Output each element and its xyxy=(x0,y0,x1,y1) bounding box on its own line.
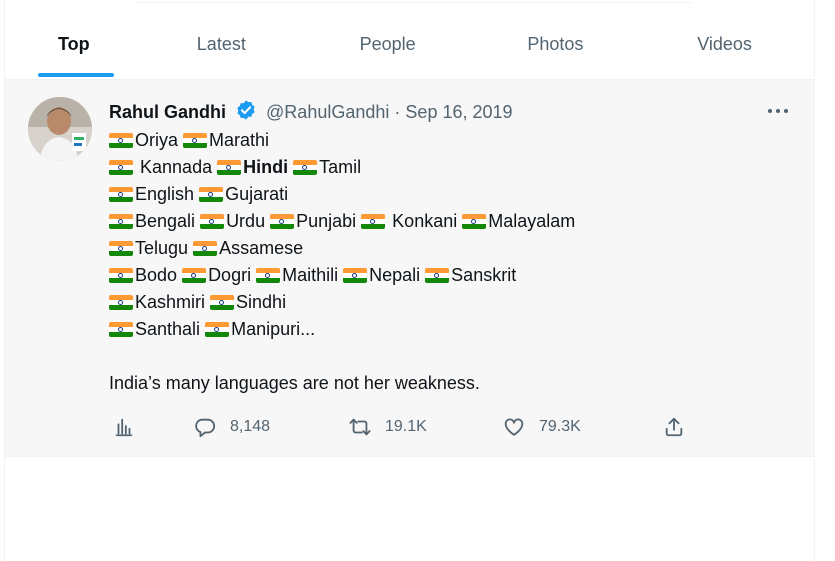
india-flag-icon xyxy=(199,187,224,202)
language-name: Sindhi xyxy=(236,292,287,312)
india-flag-icon xyxy=(109,295,133,310)
author-name[interactable]: Rahul Gandhi xyxy=(109,102,226,122)
language-name: English xyxy=(135,184,195,204)
language-name: Telugu xyxy=(135,238,189,258)
india-flag-icon xyxy=(205,322,230,337)
india-flag-icon xyxy=(109,160,133,175)
india-flag-icon xyxy=(182,268,207,283)
text-line: Kannada Hindi Tamil xyxy=(109,154,769,181)
share-icon xyxy=(665,417,683,437)
tab-videos[interactable]: Videos xyxy=(652,0,814,79)
language-name: Assamese xyxy=(219,238,304,258)
reply-count: 8,148 xyxy=(230,418,271,435)
india-flag-icon xyxy=(109,187,133,202)
language-name: Oriya xyxy=(135,130,179,150)
timeline-column: Top Latest People Photos Videos Rahul Ga… xyxy=(4,0,815,561)
verified-badge-icon xyxy=(237,100,255,120)
india-flag-icon xyxy=(210,295,235,310)
tweet-header: Rahul Gandhi @RahulGandhi · Sep 16, 2019 xyxy=(109,99,513,123)
header-separator: · xyxy=(394,102,401,122)
india-flag-icon xyxy=(256,268,281,283)
language-name: Urdu xyxy=(226,211,266,231)
language-name: Manipuri... xyxy=(231,319,316,339)
active-tab-indicator xyxy=(38,73,114,77)
avatar[interactable] xyxy=(28,97,92,161)
retweet-count: 19.1K xyxy=(385,418,427,435)
text-line: Santhali Manipuri... xyxy=(109,316,769,343)
more-icon[interactable] xyxy=(766,102,790,120)
text-line: Bodo Dogri Maithili Nepali Sanskrit xyxy=(109,262,769,289)
text-line: Oriya Marathi xyxy=(109,127,769,154)
like-icon xyxy=(504,418,524,436)
analytics-icon xyxy=(115,418,133,437)
text-line: Kashmiri Sindhi xyxy=(109,289,769,316)
india-flag-icon xyxy=(109,214,133,229)
tab-label: Videos xyxy=(697,34,752,54)
india-flag-icon xyxy=(109,241,133,256)
india-flag-icon xyxy=(361,214,386,229)
tab-label: Photos xyxy=(527,34,584,54)
tab-label: Top xyxy=(58,34,90,54)
tab-latest[interactable]: Latest xyxy=(167,0,329,79)
india-flag-icon xyxy=(343,268,368,283)
language-name: Dogri xyxy=(208,265,252,285)
language-name: Marathi xyxy=(209,130,270,150)
india-flag-icon xyxy=(462,214,487,229)
analytics-button[interactable] xyxy=(113,414,135,440)
language-name: Sanskrit xyxy=(451,265,517,285)
language-name: Maithili xyxy=(282,265,339,285)
tab-people[interactable]: People xyxy=(329,0,491,79)
tab-photos[interactable]: Photos xyxy=(490,0,652,79)
tweet-actions: 8,148 19.1K 79.3K xyxy=(109,414,709,440)
reply-icon xyxy=(195,418,216,438)
tab-label: People xyxy=(359,34,416,54)
language-name: Bodo xyxy=(135,265,178,285)
retweet-icon xyxy=(349,418,371,436)
tab-top[interactable]: Top xyxy=(5,0,167,79)
india-flag-icon xyxy=(109,322,133,337)
india-flag-icon xyxy=(293,160,318,175)
share-button[interactable] xyxy=(663,414,685,440)
author-handle[interactable]: @RahulGandhi xyxy=(266,102,389,122)
india-flag-icon xyxy=(109,133,133,148)
tweet-text: Oriya Marathi Kannada Hindi Tamil Englis… xyxy=(109,127,769,397)
language-name: Konkani xyxy=(392,211,458,231)
language-name: Kannada xyxy=(140,157,213,177)
avatar-image xyxy=(28,97,92,161)
language-name: Punjabi xyxy=(296,211,357,231)
closing-text: India’s many languages are not her weakn… xyxy=(109,373,480,393)
india-flag-icon xyxy=(200,214,225,229)
language-name: Malayalam xyxy=(488,211,576,231)
tweet[interactable]: Rahul Gandhi @RahulGandhi · Sep 16, 2019… xyxy=(5,80,814,457)
india-flag-icon xyxy=(193,241,218,256)
language-name: Tamil xyxy=(319,157,362,177)
india-flag-icon xyxy=(270,214,295,229)
india-flag-icon xyxy=(183,133,208,148)
india-flag-icon xyxy=(109,268,133,283)
india-flag-icon xyxy=(425,268,450,283)
like-count: 79.3K xyxy=(539,418,581,435)
text-line: Bengali Urdu Punjabi Konkani Malayalam xyxy=(109,208,769,235)
tweet-date[interactable]: Sep 16, 2019 xyxy=(405,102,512,122)
language-name: Bengali xyxy=(135,211,196,231)
language-name: Nepali xyxy=(369,265,421,285)
retweet-button[interactable]: 19.1K xyxy=(349,414,427,440)
text-line: Telugu Assamese xyxy=(109,235,769,262)
language-name: Gujarati xyxy=(225,184,289,204)
language-name: Kashmiri xyxy=(135,292,206,312)
language-name: Santhali xyxy=(135,319,201,339)
reply-button[interactable]: 8,148 xyxy=(194,414,270,440)
language-name: Hindi xyxy=(243,157,289,177)
search-tabs: Top Latest People Photos Videos xyxy=(5,0,814,80)
like-button[interactable]: 79.3K xyxy=(503,414,581,440)
tab-label: Latest xyxy=(196,34,246,54)
india-flag-icon xyxy=(217,160,242,175)
text-line: English Gujarati xyxy=(109,181,769,208)
